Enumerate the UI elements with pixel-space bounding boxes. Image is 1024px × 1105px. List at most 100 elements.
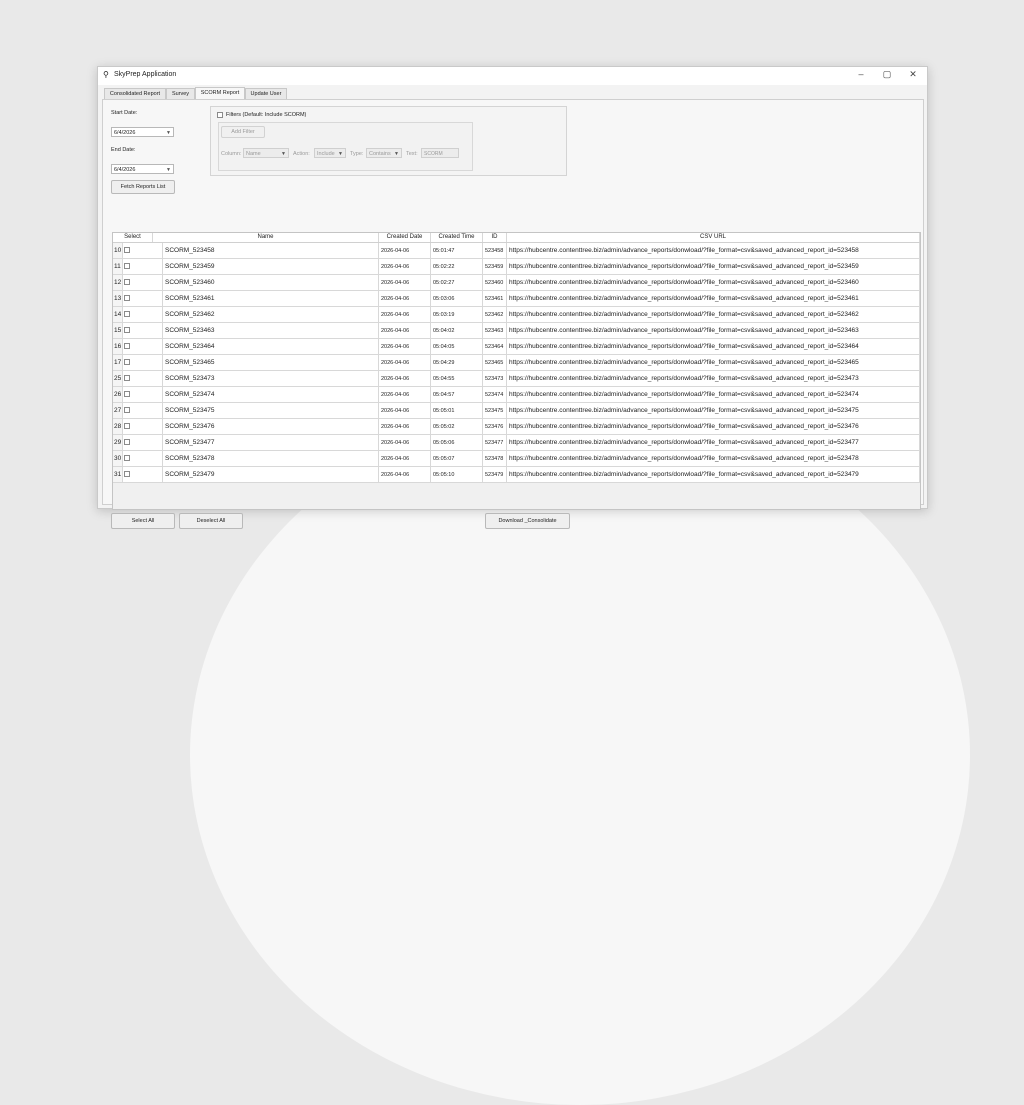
minimize-button[interactable]: – bbox=[854, 69, 868, 79]
select-cell[interactable] bbox=[123, 323, 163, 339]
created-date-cell: 2026-04-06 bbox=[379, 339, 431, 355]
select-cell[interactable] bbox=[123, 387, 163, 403]
reports-table: Select Name Created Date Created Time ID… bbox=[112, 232, 921, 510]
maximize-button[interactable]: ▢ bbox=[880, 69, 894, 80]
id-cell: 523463 bbox=[483, 323, 507, 339]
table-row[interactable]: 17 SCORM_523465 2026-04-06 05:04:29 523465 ht… bbox=[113, 355, 920, 371]
row-checkbox[interactable] bbox=[124, 295, 130, 301]
header-id[interactable]: ID bbox=[483, 233, 507, 242]
action-select[interactable]: Include ▼ bbox=[314, 148, 346, 158]
start-date-picker[interactable]: 6/4/2026 ▼ bbox=[111, 127, 174, 137]
table-row[interactable]: 28 SCORM_523476 2026-04-06 05:05:02 523476 ht… bbox=[113, 419, 920, 435]
row-number: 28 bbox=[113, 419, 123, 435]
created-date-cell: 2026-04-06 bbox=[379, 419, 431, 435]
row-checkbox[interactable] bbox=[124, 407, 130, 413]
select-cell[interactable] bbox=[123, 275, 163, 291]
created-date-cell: 2026-04-06 bbox=[379, 403, 431, 419]
select-cell[interactable] bbox=[123, 371, 163, 387]
deselect-all-button[interactable]: Deselect All bbox=[179, 513, 243, 529]
row-number: 12 bbox=[113, 275, 123, 291]
type-label: Type: bbox=[350, 151, 364, 157]
scorm-report-panel: Start Date: 6/4/2026 ▼ End Date: 6/4/202… bbox=[102, 99, 924, 529]
row-checkbox[interactable] bbox=[124, 359, 130, 365]
row-checkbox[interactable] bbox=[124, 263, 130, 269]
id-cell: 523458 bbox=[483, 243, 507, 259]
table-row[interactable]: 25 SCORM_523473 2026-04-06 05:04:55 523473 ht… bbox=[113, 371, 920, 387]
row-number: 27 bbox=[113, 403, 123, 419]
add-filter-button[interactable]: Add Filter bbox=[221, 126, 265, 138]
row-number: 16 bbox=[113, 339, 123, 355]
row-number: 10 bbox=[113, 243, 123, 259]
select-cell[interactable] bbox=[123, 291, 163, 307]
row-checkbox[interactable] bbox=[124, 247, 130, 253]
csv-url-cell: https://hubcentre.contenttree.biz/admin/… bbox=[507, 419, 920, 435]
select-cell[interactable] bbox=[123, 403, 163, 419]
select-cell[interactable] bbox=[123, 419, 163, 435]
chevron-down-icon: ▼ bbox=[166, 167, 171, 173]
table-row[interactable]: 29 SCORM_523477 2026-04-06 05:05:06 523477 ht… bbox=[113, 435, 920, 451]
row-checkbox[interactable] bbox=[124, 375, 130, 381]
table-row[interactable]: 10 SCORM_523458 2026-04-06 05:01:47 523458 ht… bbox=[113, 243, 920, 259]
created-date-cell: 2026-04-06 bbox=[379, 275, 431, 291]
select-cell[interactable] bbox=[123, 451, 163, 467]
type-select[interactable]: Contains ▼ bbox=[366, 148, 402, 158]
created-time-cell: 05:03:19 bbox=[431, 307, 483, 323]
filters-checkbox[interactable] bbox=[217, 112, 223, 118]
created-date-cell: 2026-04-06 bbox=[379, 355, 431, 371]
column-label: Column: bbox=[221, 151, 242, 157]
row-checkbox[interactable] bbox=[124, 455, 130, 461]
header-created-time[interactable]: Created Time bbox=[431, 233, 483, 242]
table-row[interactable]: 11 SCORM_523459 2026-04-06 05:02:22 523459 ht… bbox=[113, 259, 920, 275]
column-select[interactable]: Name ▼ bbox=[243, 148, 289, 158]
report-name-cell: SCORM_523459 bbox=[163, 259, 379, 275]
header-name[interactable]: Name bbox=[153, 233, 379, 242]
row-checkbox[interactable] bbox=[124, 439, 130, 445]
select-cell[interactable] bbox=[123, 259, 163, 275]
download-consolidate-button[interactable]: Download _Consolidate bbox=[485, 513, 570, 529]
window-title: SkyPrep Application bbox=[114, 71, 177, 78]
filters-checkbox-label: Filters (Default: Include SCORM) bbox=[226, 112, 307, 118]
row-checkbox[interactable] bbox=[124, 471, 130, 477]
created-time-cell: 05:02:22 bbox=[431, 259, 483, 275]
table-row[interactable]: 31 SCORM_523479 2026-04-06 05:05:10 523479 ht… bbox=[113, 467, 920, 483]
row-checkbox[interactable] bbox=[124, 279, 130, 285]
action-value: Include bbox=[317, 151, 335, 157]
select-cell[interactable] bbox=[123, 467, 163, 483]
created-date-cell: 2026-04-06 bbox=[379, 435, 431, 451]
header-select[interactable]: Select bbox=[113, 233, 153, 242]
row-checkbox[interactable] bbox=[124, 311, 130, 317]
select-cell[interactable] bbox=[123, 435, 163, 451]
filter-text-input[interactable]: SCORM bbox=[421, 148, 459, 158]
select-cell[interactable] bbox=[123, 243, 163, 259]
id-cell: 523478 bbox=[483, 451, 507, 467]
created-date-cell: 2026-04-06 bbox=[379, 371, 431, 387]
csv-url-cell: https://hubcentre.contenttree.biz/admin/… bbox=[507, 403, 920, 419]
action-label: Action: bbox=[293, 151, 310, 157]
header-created-date[interactable]: Created Date bbox=[379, 233, 431, 242]
fetch-reports-button[interactable]: Fetch Reports List bbox=[111, 180, 175, 194]
select-cell[interactable] bbox=[123, 339, 163, 355]
row-checkbox[interactable] bbox=[124, 391, 130, 397]
select-cell[interactable] bbox=[123, 355, 163, 371]
table-row[interactable]: 15 SCORM_523463 2026-04-06 05:04:02 523463 ht… bbox=[113, 323, 920, 339]
table-row[interactable]: 14 SCORM_523462 2026-04-06 05:03:19 523462 ht… bbox=[113, 307, 920, 323]
end-date-picker[interactable]: 6/4/2026 ▼ bbox=[111, 164, 174, 174]
table-row[interactable]: 16 SCORM_523464 2026-04-06 05:04:05 523464 ht… bbox=[113, 339, 920, 355]
row-checkbox[interactable] bbox=[124, 327, 130, 333]
select-cell[interactable] bbox=[123, 307, 163, 323]
table-row[interactable]: 13 SCORM_523461 2026-04-06 05:03:06 523461 ht… bbox=[113, 291, 920, 307]
header-csv-url[interactable]: CSV URL bbox=[507, 233, 920, 242]
row-checkbox[interactable] bbox=[124, 343, 130, 349]
row-checkbox[interactable] bbox=[124, 423, 130, 429]
report-name-cell: SCORM_523465 bbox=[163, 355, 379, 371]
table-row[interactable]: 12 SCORM_523460 2026-04-06 05:02:27 523460 ht… bbox=[113, 275, 920, 291]
row-number: 31 bbox=[113, 467, 123, 483]
report-name-cell: SCORM_523464 bbox=[163, 339, 379, 355]
table-row[interactable]: 26 SCORM_523474 2026-04-06 05:04:57 523474 ht… bbox=[113, 387, 920, 403]
select-all-button[interactable]: Select All bbox=[111, 513, 175, 529]
csv-url-cell: https://hubcentre.contenttree.biz/admin/… bbox=[507, 307, 920, 323]
close-button[interactable]: ✕ bbox=[906, 69, 920, 80]
table-row[interactable]: 30 SCORM_523478 2026-04-06 05:05:07 523478 ht… bbox=[113, 451, 920, 467]
created-time-cell: 05:01:47 bbox=[431, 243, 483, 259]
table-row[interactable]: 27 SCORM_523475 2026-04-06 05:05:01 523475 ht… bbox=[113, 403, 920, 419]
